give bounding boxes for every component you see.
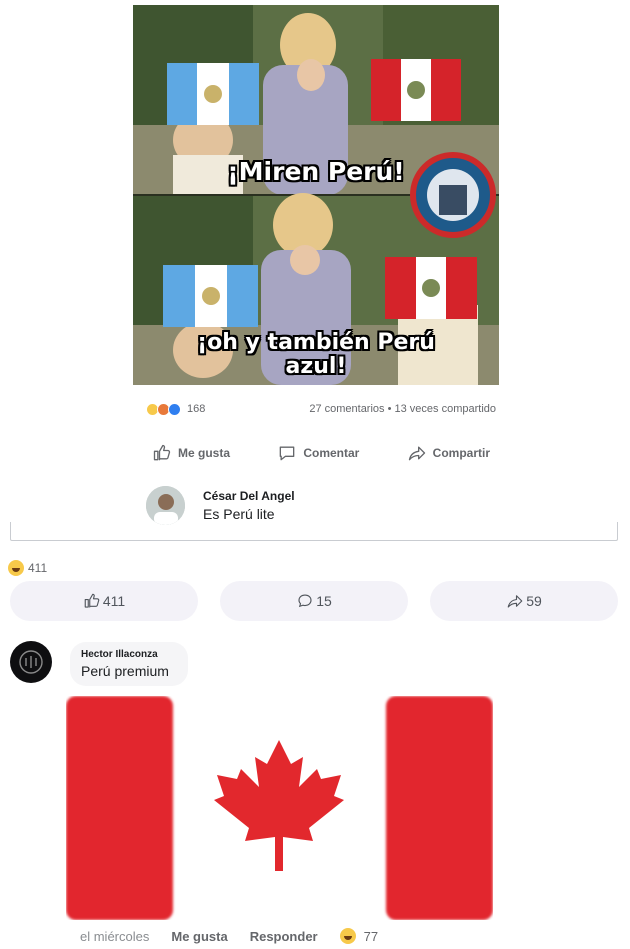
embedded-action-row: Me gusta Comentar Compartir [146, 440, 496, 466]
embedded-reactions-row: 168 27 comentarios • 13 veces compartido [146, 400, 496, 418]
comment-like-button[interactable]: Me gusta [171, 929, 227, 944]
band-logo-icon [19, 650, 43, 674]
comment-reply-button[interactable]: Responder [250, 929, 318, 944]
comment-bubble-icon [279, 446, 295, 461]
post-reactions[interactable]: 411 [8, 560, 47, 576]
embedded-comment-author[interactable]: César Del Angel [203, 489, 295, 503]
share-arrow-icon [408, 446, 425, 461]
comment-timestamp[interactable]: el miércoles [80, 929, 149, 944]
comment-bubble-icon [298, 594, 312, 608]
share-button-label: Compartir [432, 446, 490, 460]
post-comment-button[interactable]: 15 [220, 581, 408, 621]
avatar[interactable] [10, 641, 52, 683]
embedded-post-border [10, 522, 618, 541]
embedded-comment-bubble: César Del Angel Es Perú lite [203, 489, 295, 522]
post-share-count: 59 [526, 593, 542, 609]
share-arrow-icon [507, 595, 523, 608]
like-reaction-icon [168, 402, 181, 416]
meme-caption-bottom: ¡oh y también Perú azul! [197, 330, 435, 379]
person-avatar-icon [146, 485, 185, 525]
post-action-pills: 411 15 59 [10, 581, 618, 621]
avatar[interactable] [146, 485, 185, 525]
thumbs-up-icon [84, 593, 100, 608]
haha-reaction-icon [339, 928, 356, 944]
embedded-comment-text: Es Perú lite [203, 505, 275, 522]
canada-flag-image[interactable] [66, 696, 493, 920]
comment-footer: el miércoles Me gusta Responder 77 [80, 927, 378, 945]
post-comment-count: 15 [316, 593, 332, 609]
comment-button-label: Comentar [303, 446, 360, 460]
meme-image[interactable]: ¡Miren Perú! ¡oh y también Perú azul! [133, 5, 499, 385]
post-share-button[interactable]: 59 [430, 581, 618, 621]
comment-reaction-count[interactable]: 77 [364, 929, 378, 944]
meme-illustration [133, 5, 499, 385]
canada-flag-icon [66, 696, 493, 920]
comment-button[interactable]: Comentar [277, 443, 359, 463]
embedded-comment: César Del Angel Es Perú lite [146, 483, 406, 527]
embedded-reaction-count[interactable]: 168 [187, 403, 205, 415]
comment-bubble: Hector Illaconza Perú premium [70, 642, 188, 686]
thumbs-up-icon [153, 444, 171, 461]
share-button[interactable]: Compartir [407, 443, 490, 463]
post-like-button[interactable]: 411 [10, 581, 198, 621]
embedded-post-meta[interactable]: 27 comentarios • 13 veces compartido [309, 403, 496, 415]
comment-text: Perú premium [81, 663, 169, 679]
like-button-label: Me gusta [178, 446, 231, 460]
meme-caption-top: ¡Miren Perú! [227, 157, 405, 186]
post-reaction-count: 411 [28, 561, 48, 575]
comment-author[interactable]: Hector Illaconza [81, 649, 188, 660]
like-button[interactable]: Me gusta [152, 443, 230, 463]
haha-reaction-icon [8, 560, 24, 576]
post-like-count: 411 [102, 593, 126, 609]
